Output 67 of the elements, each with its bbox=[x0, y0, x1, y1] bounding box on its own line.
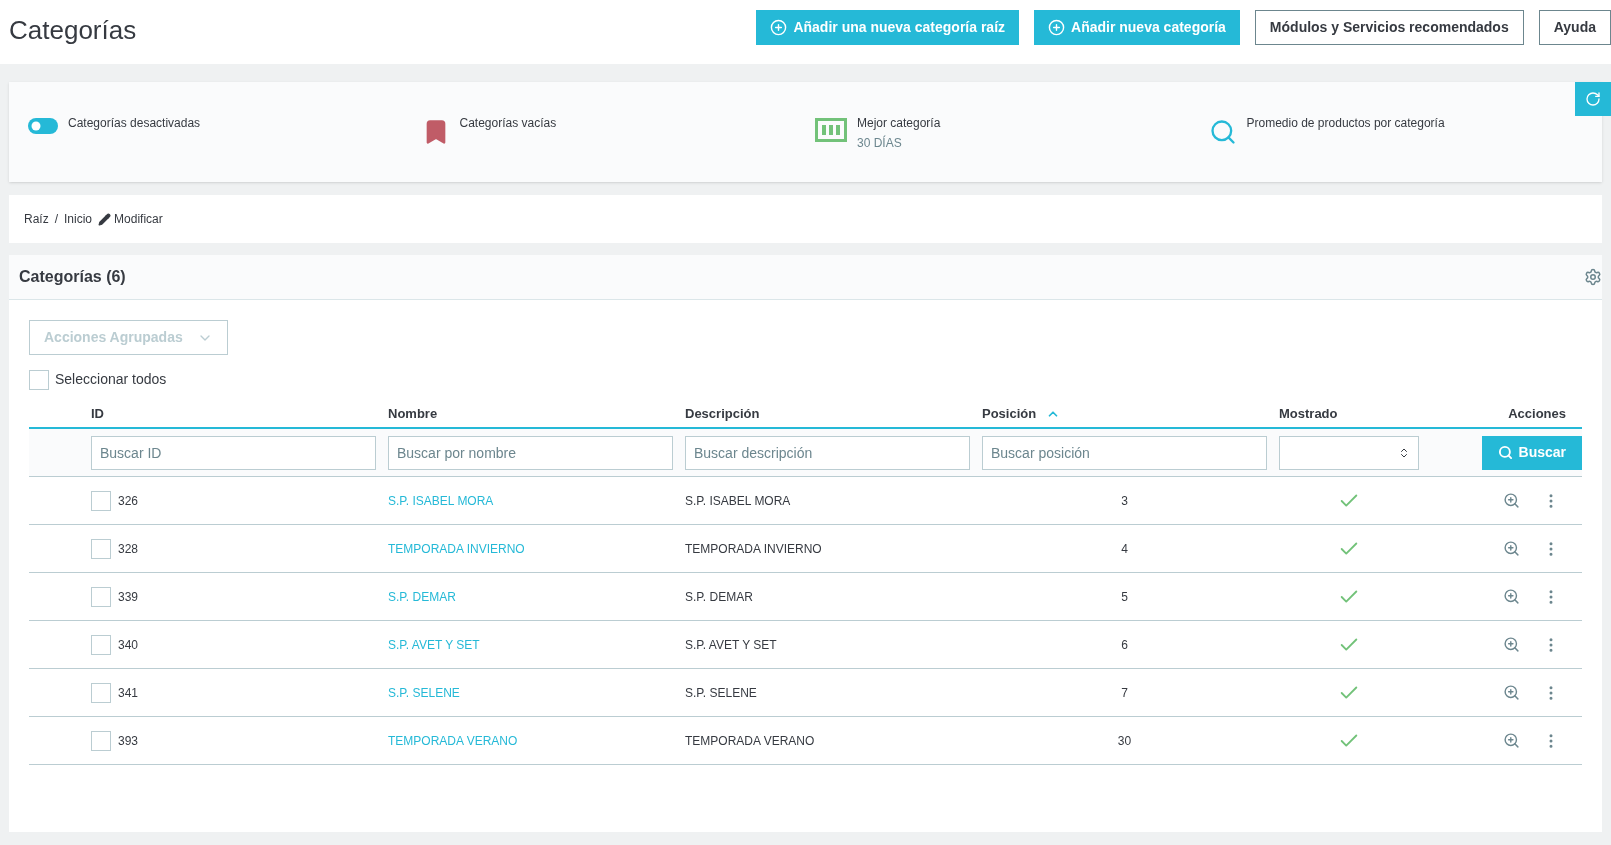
kpi-title: Categorías vacías bbox=[459, 115, 557, 132]
position-cell-text: 5 bbox=[1121, 588, 1128, 606]
position-cell-text: 4 bbox=[1121, 540, 1128, 558]
id-cell-text: 393 bbox=[118, 732, 139, 750]
description-cell-text: S.P. ISABEL MORA bbox=[685, 492, 791, 510]
position-cell-text: 7 bbox=[1121, 684, 1128, 702]
header-button[interactable]: Ayuda bbox=[1538, 10, 1611, 45]
search-icon bbox=[1497, 445, 1513, 460]
zoom-icon[interactable] bbox=[1503, 636, 1520, 653]
zoom-icon[interactable] bbox=[1503, 540, 1520, 557]
checkbox[interactable] bbox=[91, 538, 111, 559]
position-cell-text: 6 bbox=[1121, 636, 1128, 654]
settings-icon[interactable] bbox=[1584, 268, 1602, 286]
filter-field[interactable]: Buscar ID bbox=[91, 435, 376, 470]
kpi-title: Promedio de productos por categoría bbox=[1246, 115, 1445, 132]
description-cell-text: S.P. AVET Y SET bbox=[685, 636, 777, 654]
filter-field[interactable]: Buscar por nombre bbox=[388, 435, 673, 470]
toggle-icon bbox=[28, 118, 58, 134]
panel-title: Categorías (6) bbox=[19, 267, 126, 287]
column-header[interactable]: Posición bbox=[982, 403, 1037, 424]
filter-field[interactable]: Buscar posición bbox=[982, 435, 1267, 470]
position-cell-text: 3 bbox=[1121, 492, 1128, 510]
kpi-subtitle: 30 DÍAS bbox=[857, 134, 903, 152]
zoom-icon[interactable] bbox=[1503, 732, 1520, 749]
description-cell-text: TEMPORADA INVIERNO bbox=[685, 540, 822, 558]
checkbox[interactable] bbox=[29, 369, 49, 390]
refresh-button[interactable] bbox=[1575, 82, 1611, 116]
select-all-label[interactable]: Seleccionar todos bbox=[55, 369, 167, 390]
breadcrumb-separator: / bbox=[54, 211, 59, 228]
zoom-icon[interactable] bbox=[1503, 588, 1520, 605]
description-cell-text: TEMPORADA VERANO bbox=[685, 732, 815, 750]
breadcrumb-link[interactable]: Raíz bbox=[24, 210, 49, 228]
id-cell-text: 326 bbox=[118, 492, 139, 510]
id-cell-text: 340 bbox=[118, 636, 139, 654]
column-header[interactable]: Descripción bbox=[685, 403, 760, 424]
plus-circle-icon bbox=[770, 19, 788, 36]
kpi-title: Categorías desactivadas bbox=[68, 115, 201, 132]
checkbox[interactable] bbox=[91, 730, 111, 751]
checkbox[interactable] bbox=[91, 490, 111, 511]
breadcrumb-link[interactable]: Inicio bbox=[64, 210, 93, 228]
checkbox[interactable] bbox=[91, 586, 111, 607]
column-header[interactable]: Nombre bbox=[388, 403, 438, 424]
id-cell-text: 328 bbox=[118, 540, 139, 558]
kpi-title: Mejor categoría bbox=[857, 115, 941, 132]
description-cell-text: S.P. SELENE bbox=[685, 684, 757, 702]
filter-field[interactable]: Buscar descripción bbox=[685, 435, 970, 470]
id-cell-text: 341 bbox=[118, 684, 139, 702]
position-cell-text: 30 bbox=[1117, 732, 1132, 750]
search-icon bbox=[1208, 118, 1237, 146]
refresh-icon bbox=[1585, 91, 1601, 107]
counter-icon bbox=[815, 118, 847, 142]
column-header[interactable]: ID bbox=[91, 403, 104, 424]
column-header[interactable]: Acciones bbox=[1508, 403, 1566, 424]
pencil-icon bbox=[98, 212, 112, 226]
id-cell-text: 339 bbox=[118, 588, 139, 606]
checkbox[interactable] bbox=[91, 682, 111, 703]
page-title: Categorías bbox=[9, 14, 137, 47]
column-header[interactable]: Mostrado bbox=[1279, 403, 1338, 424]
plus-circle-icon bbox=[1048, 19, 1066, 36]
select-arrows-icon bbox=[1398, 446, 1410, 459]
edit-link[interactable]: Modificar bbox=[114, 210, 163, 228]
zoom-icon[interactable] bbox=[1503, 684, 1520, 701]
checkbox[interactable] bbox=[91, 634, 111, 655]
zoom-icon[interactable] bbox=[1503, 492, 1520, 509]
header-button[interactable]: Módulos y Servicios recomendados bbox=[1254, 10, 1524, 45]
description-cell-text: S.P. DEMAR bbox=[685, 588, 753, 606]
displayed-filter-select[interactable] bbox=[1279, 435, 1419, 470]
